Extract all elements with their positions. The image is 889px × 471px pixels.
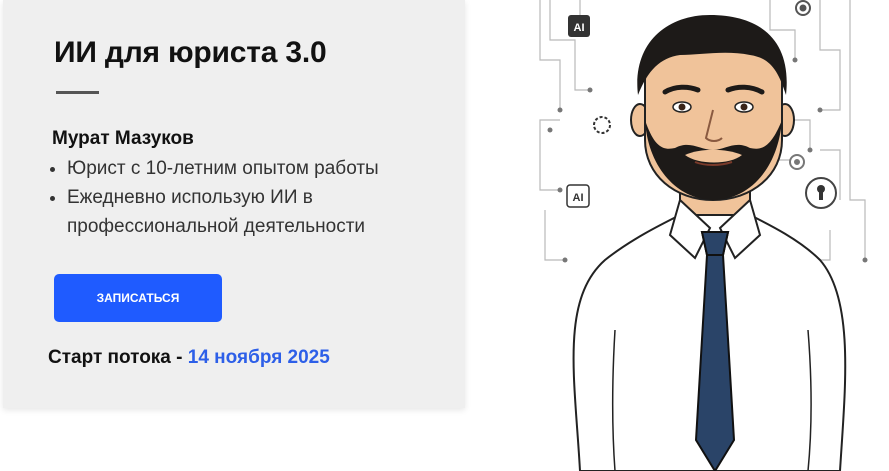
ai-badge-1: AI <box>574 22 585 34</box>
target-icon <box>795 0 811 16</box>
bullet-item: Ежедневно использую ИИ в профессионально… <box>67 183 457 241</box>
gear-icon <box>593 116 611 134</box>
start-label: Старт потока - <box>48 347 183 368</box>
ai-chip-icon: AI <box>568 15 590 37</box>
course-card: ИИ для юриста 3.0 Мурат Мазуков Юрист с … <box>3 0 465 408</box>
author-bullets: Юрист с 10-летним опытом работы Ежедневн… <box>48 154 457 241</box>
settings-icon <box>789 154 805 170</box>
bullet-item: Юрист с 10-летним опытом работы <box>67 154 457 183</box>
ai-badge-2: AI <box>573 192 584 204</box>
author-illustration: AI AI <box>539 0 868 471</box>
ai-chip-icon: AI <box>566 184 590 208</box>
course-title: ИИ для юриста 3.0 <box>54 36 327 69</box>
start-date-line: Старт потока - 14 ноября 2025 <box>48 347 330 369</box>
title-divider <box>56 91 99 94</box>
author-name: Мурат Мазуков <box>52 128 194 149</box>
signup-button[interactable]: ЗАПИСАТЬСЯ <box>54 274 222 322</box>
start-date: 14 ноября 2025 <box>187 347 330 368</box>
lock-icon <box>805 177 837 209</box>
